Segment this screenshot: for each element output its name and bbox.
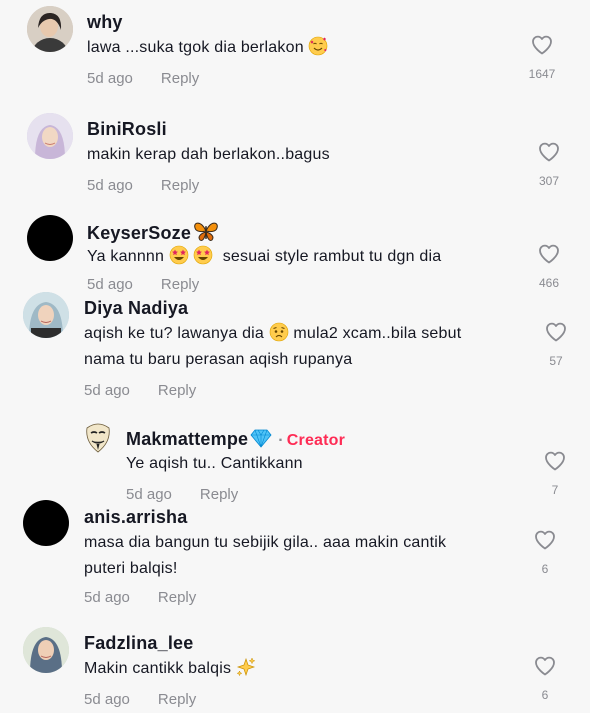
avatar[interactable] — [23, 292, 69, 338]
heart-icon — [535, 530, 555, 550]
comment-meta: 5d ago Reply — [84, 691, 196, 708]
username[interactable]: Fadzlina_lee — [84, 633, 193, 654]
star-struck-icon — [169, 245, 189, 265]
comment-text: Ya kannnn sesuai style rambut tu dgn dia — [87, 244, 441, 270]
like-button[interactable]: 6 — [525, 654, 565, 702]
username[interactable]: anis.arrisha — [84, 507, 187, 528]
gem-icon — [250, 429, 272, 448]
reply-button[interactable]: Reply — [161, 177, 199, 194]
like-count: 307 — [538, 174, 560, 188]
creator-separator: · — [278, 432, 284, 449]
comment-meta: 5d ago Reply — [87, 70, 199, 87]
timestamp: 5d ago — [87, 70, 133, 87]
comment-text: Makin cantikk balqis — [84, 656, 256, 682]
comment-text-content: Makin cantikk balqis — [84, 660, 232, 677]
comment-text: masa dia bangun tu sebijik gila.. aaa ma… — [84, 530, 514, 582]
butterfly-icon — [194, 222, 218, 241]
guy-fawkes-mask-icon — [86, 423, 110, 453]
comment-text: Ye aqish tu.. Cantikkann — [126, 455, 303, 472]
timestamp: 5d ago — [87, 276, 133, 293]
comment-meta: 5d ago Reply — [87, 276, 199, 294]
creator-label: Creator — [286, 432, 346, 449]
like-button[interactable]: 466 — [529, 242, 569, 290]
comment-text-content: sesuai style rambut tu dgn dia — [222, 248, 442, 265]
comment-text-prefix: Ya kannnn — [87, 248, 165, 265]
reply-button[interactable]: Reply — [158, 589, 196, 606]
like-button[interactable]: 1647 — [522, 33, 562, 81]
like-button[interactable]: 7 — [535, 449, 575, 497]
avatar-photo-icon — [27, 113, 73, 159]
avatar[interactable] — [27, 6, 73, 52]
avatar-photo-icon — [23, 292, 69, 338]
like-button[interactable]: 6 — [525, 528, 565, 576]
timestamp: 5d ago — [84, 589, 130, 606]
comment-meta: 5d ago Reply — [84, 382, 196, 399]
like-count: 6 — [541, 562, 549, 576]
username[interactable]: Diya Nadiya — [84, 298, 188, 319]
reply-button[interactable]: Reply — [200, 486, 238, 502]
comment-text-content: lawa ...suka tgok dia berlakon — [87, 39, 304, 56]
comment-meta: 5d ago Reply — [87, 177, 199, 194]
username[interactable]: BiniRosli — [87, 119, 167, 140]
heart-icon — [535, 656, 555, 676]
reply-button[interactable]: Reply — [158, 382, 196, 399]
like-count: 57 — [549, 354, 563, 368]
username[interactable]: Makmattempe · Creator — [126, 428, 345, 450]
comment-text: aqish ke tu? lawanya dia mula2 xcam..bil… — [84, 321, 514, 373]
comment-text: lawa ...suka tgok dia berlakon — [87, 35, 328, 61]
comment-text: makin kerap dah berlakon..bagus — [87, 146, 330, 163]
heart-icon — [539, 142, 559, 162]
comment-text-a: aqish ke tu? lawanya dia — [84, 325, 265, 342]
comment-text-line1: masa dia bangun tu sebijik gila.. aaa ma… — [84, 534, 447, 551]
sparkles-icon — [236, 657, 256, 677]
star-struck-icon — [194, 245, 213, 265]
timestamp: 5d ago — [87, 177, 133, 194]
comment-text-b: mula2 xcam..bila sebut — [293, 325, 462, 342]
heart-icon — [546, 322, 566, 342]
avatar-photo-icon — [27, 6, 73, 52]
timestamp: 5d ago — [84, 691, 130, 708]
avatar[interactable] — [27, 113, 73, 159]
avatar-photo-icon — [23, 627, 69, 673]
username-text: Makmattempe — [126, 429, 249, 449]
smiling-face-with-hearts-icon — [309, 36, 328, 56]
avatar[interactable] — [23, 627, 69, 673]
avatar[interactable] — [84, 422, 112, 454]
username[interactable]: why — [87, 12, 123, 33]
like-button[interactable]: 307 — [529, 140, 569, 188]
avatar[interactable] — [23, 500, 69, 546]
reply-button[interactable]: Reply — [158, 691, 196, 708]
like-count: 466 — [538, 276, 560, 290]
pleading-face-icon — [269, 322, 288, 342]
username-text: KeyserSoze — [87, 223, 192, 243]
timestamp: 5d ago — [84, 382, 130, 399]
avatar[interactable] — [27, 215, 73, 261]
comment-meta: 5d ago Reply — [84, 589, 196, 606]
reply-button[interactable]: Reply — [161, 276, 199, 293]
comment-meta: 5d ago Reply — [126, 486, 238, 502]
username[interactable]: KeyserSoze — [87, 220, 219, 244]
like-button[interactable]: 57 — [536, 320, 576, 368]
comment-text-line2: nama tu baru perasan aqish rupanya — [84, 351, 353, 368]
reply-button[interactable]: Reply — [161, 70, 199, 87]
like-count: 6 — [541, 688, 549, 702]
heart-icon — [532, 35, 552, 55]
heart-icon — [539, 244, 559, 264]
comment-text-line2: puteri balqis! — [84, 560, 178, 577]
like-count: 7 — [551, 483, 559, 497]
like-count: 1647 — [528, 67, 556, 81]
timestamp: 5d ago — [126, 486, 172, 502]
heart-icon — [545, 451, 565, 471]
